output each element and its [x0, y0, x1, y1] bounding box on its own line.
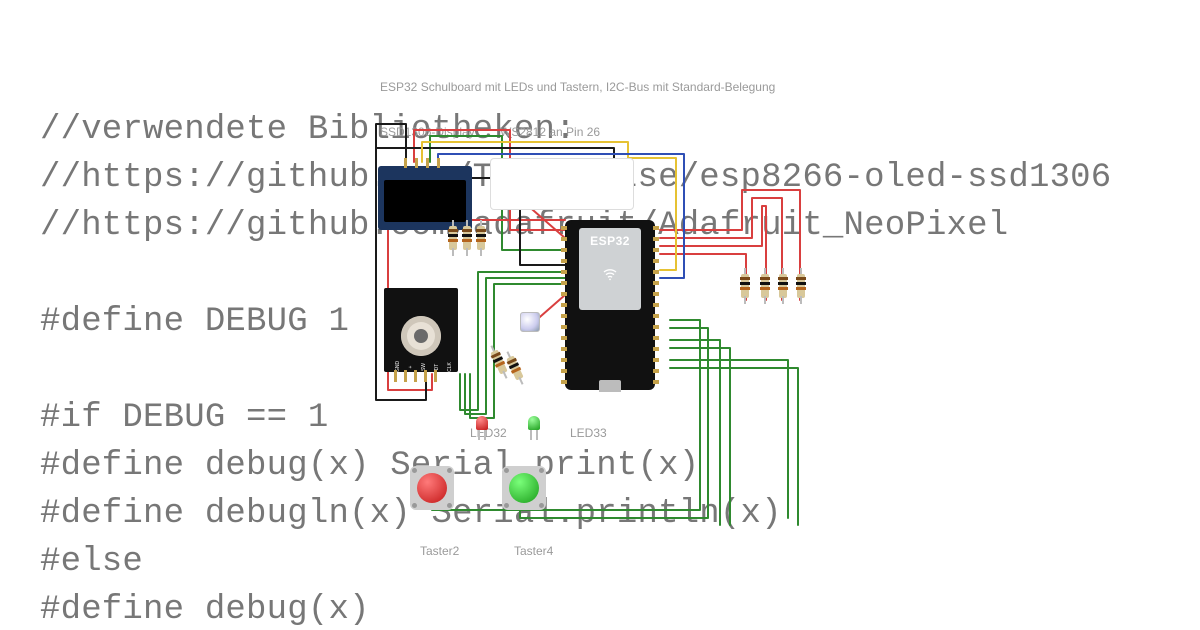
wiring-diagram: GND + SW DT CLK [370, 70, 910, 610]
resistor [462, 220, 472, 256]
push-button-green [502, 466, 546, 510]
resistor [796, 268, 806, 304]
ws2812-led [520, 312, 540, 332]
led-green [526, 416, 542, 440]
rotary-encoder: GND + SW DT CLK [384, 288, 458, 372]
wifi-icon [602, 266, 618, 282]
push-button-red [410, 466, 454, 510]
resistor [778, 268, 788, 304]
resistor [760, 268, 770, 304]
resistor [740, 268, 750, 304]
esp32-board [565, 220, 655, 390]
led-red [474, 416, 490, 440]
resistor [448, 220, 458, 256]
ws2812-strip [490, 158, 634, 210]
resistor [476, 220, 486, 256]
